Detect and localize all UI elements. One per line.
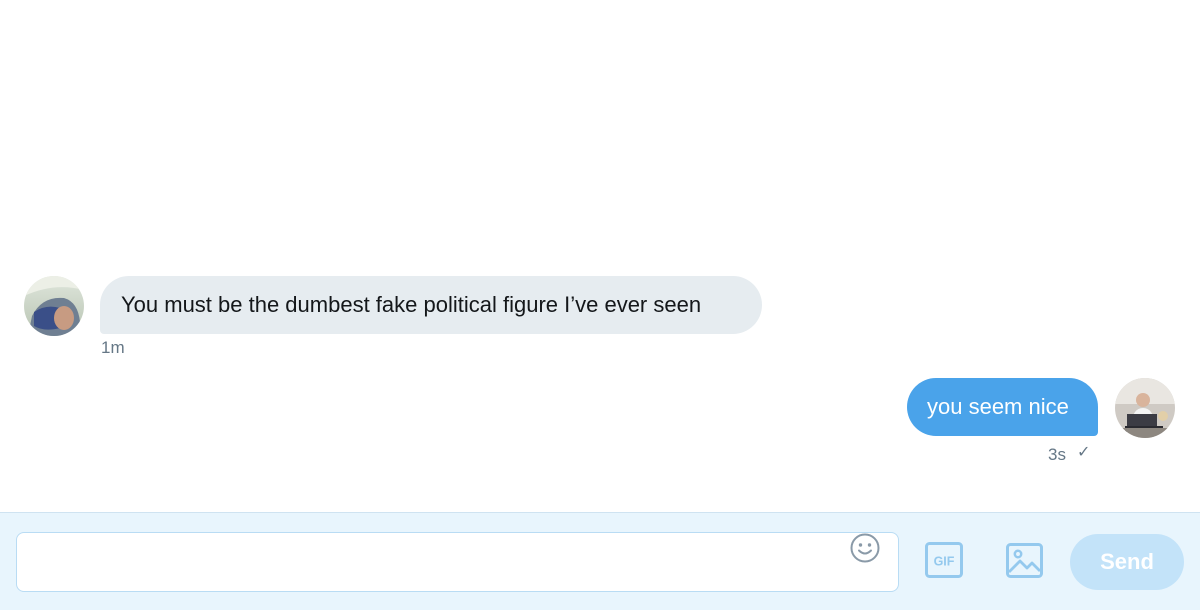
image-icon bbox=[1006, 543, 1043, 578]
emoji-button[interactable] bbox=[849, 532, 881, 564]
dm-conversation-window: You must be the dumbest fake political f… bbox=[0, 0, 1200, 610]
gif-label: GIF bbox=[934, 555, 955, 569]
message-bubble-incoming[interactable]: You must be the dumbest fake political f… bbox=[100, 276, 762, 334]
message-input[interactable] bbox=[31, 533, 841, 591]
message-timestamp: 1m bbox=[101, 338, 125, 357]
gif-icon: GIF bbox=[925, 542, 963, 578]
media-button[interactable] bbox=[1006, 543, 1043, 578]
message-bubble-outgoing[interactable]: you seem nice bbox=[907, 378, 1098, 436]
send-button[interactable]: Send bbox=[1070, 534, 1184, 590]
message-input-box[interactable] bbox=[16, 532, 899, 592]
checkmark-icon: ✓ bbox=[1077, 444, 1091, 461]
gif-button[interactable]: GIF bbox=[925, 542, 963, 578]
emoji-icon bbox=[850, 533, 880, 563]
message-list[interactable]: You must be the dumbest fake political f… bbox=[0, 0, 1200, 512]
own-photo bbox=[1115, 378, 1175, 438]
sender-photo bbox=[24, 276, 84, 336]
sender-avatar[interactable] bbox=[24, 276, 84, 336]
own-avatar[interactable] bbox=[1115, 378, 1175, 438]
message-timestamp: 3s bbox=[1048, 445, 1066, 464]
